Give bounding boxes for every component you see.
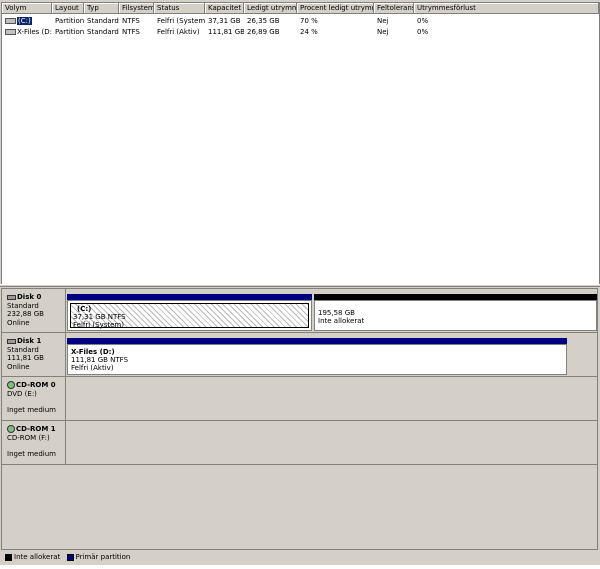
percent-free-cell: 24 % <box>300 28 318 36</box>
disk-row-disk-0[interactable]: Disk 0 Standard 232,88 GB Online (C:) 37… <box>2 289 597 333</box>
status-strip <box>0 565 600 569</box>
column-header-status[interactable]: Status <box>154 3 205 14</box>
partition-body: X-Files (D:) 111,81 GB NTFS Felfri (Akti… <box>67 344 567 375</box>
table-row[interactable]: X-Files (D:) Partition Standard NTFS Fel… <box>2 27 599 38</box>
type-cell: Standard <box>87 17 119 25</box>
partition-d[interactable]: X-Files (D:) 111,81 GB NTFS Felfri (Akti… <box>67 338 567 375</box>
fault-tolerance-cell: Nej <box>377 17 389 25</box>
partition-name: (C:) <box>77 305 92 313</box>
column-header-utrymmesforlust[interactable]: Utrymmesförlust <box>414 3 599 14</box>
legend-primary: Primär partition <box>75 553 131 561</box>
partition-size: 37,31 GB NTFS <box>73 313 126 321</box>
partition-status: Felfri (Aktiv) <box>71 364 114 372</box>
divider <box>65 377 66 420</box>
column-header-volym[interactable]: Volym <box>2 3 52 14</box>
disk-name: CD-ROM 1 <box>16 425 56 433</box>
type-cell: Standard <box>87 28 119 36</box>
disk-state: Inget medium <box>7 406 56 414</box>
column-header-feltolerans[interactable]: Feltolerans <box>374 3 414 14</box>
legend-unallocated: Inte allokerat <box>14 553 61 561</box>
disk-type: Standard <box>7 301 39 310</box>
disk-size: 232,88 GB <box>7 310 44 318</box>
volume-list-header: Volym Layout Typ Filsystem Status Kapaci… <box>2 3 599 15</box>
disk-info: Disk 0 Standard 232,88 GB Online <box>4 291 64 327</box>
disk-info: CD-ROM 0 DVD (E:) Inget medium <box>4 379 64 415</box>
pane-splitter[interactable] <box>0 284 600 287</box>
volume-name: X-Files (D:) <box>17 28 52 36</box>
legend: Inte allokerat Primär partition <box>1 551 598 564</box>
primary-partition-swatch <box>66 553 74 561</box>
column-header-kapacitet[interactable]: Kapacitet <box>205 3 244 14</box>
disk-row-cdrom-1[interactable]: CD-ROM 1 CD-ROM (F:) Inget medium <box>2 421 597 465</box>
overhead-cell: 0% <box>417 28 429 36</box>
disk-state: Inget medium <box>7 450 56 458</box>
disk-info: CD-ROM 1 CD-ROM (F:) Inget medium <box>4 423 64 459</box>
volume-cell: (C:) <box>2 16 52 27</box>
cd-drive-icon <box>7 381 15 389</box>
disk-state: Online <box>7 362 30 371</box>
drive-icon <box>5 18 16 24</box>
partition-status: Felfri (System) <box>73 321 124 329</box>
column-header-typ[interactable]: Typ <box>84 3 119 14</box>
disk-info: Disk 1 Standard 111,81 GB Online <box>4 335 64 371</box>
disk-type: Standard <box>7 345 39 354</box>
divider <box>65 333 66 376</box>
status-cell: Felfri (Aktiv) <box>157 28 200 36</box>
disk-type: CD-ROM (F:) <box>7 433 50 442</box>
disk-name: CD-ROM 0 <box>16 381 56 389</box>
partition-status: Inte allokerat <box>318 317 365 325</box>
partition-unallocated[interactable]: 195,58 GB Inte allokerat <box>314 294 597 331</box>
disk-name: Disk 1 <box>17 337 42 345</box>
percent-free-cell: 70 % <box>300 17 318 25</box>
partition-size: 195,58 GB <box>318 309 355 317</box>
disk-state: Online <box>7 318 30 327</box>
status-cell: Felfri (System) <box>157 17 205 25</box>
overhead-cell: 0% <box>417 17 429 25</box>
volume-cell: X-Files (D:) <box>2 27 52 38</box>
partition-body: 195,58 GB Inte allokerat <box>314 300 597 331</box>
layout-cell: Partition <box>55 17 84 25</box>
disk-map: Disk 0 Standard 232,88 GB Online (C:) 37… <box>1 288 598 550</box>
divider <box>65 421 66 464</box>
cd-drive-icon <box>7 425 15 433</box>
table-row[interactable]: (C:) Partition Standard NTFS Felfri (Sys… <box>2 16 599 27</box>
partition-c[interactable]: (C:) 37,31 GB NTFS Felfri (System) <box>67 294 312 331</box>
disk-name: Disk 0 <box>17 293 42 301</box>
column-header-layout[interactable]: Layout <box>52 3 84 14</box>
column-header-procent-ledigt[interactable]: Procent ledigt utrymme <box>297 3 374 14</box>
column-header-filsystem[interactable]: Filsystem <box>119 3 154 14</box>
unallocated-swatch <box>5 553 12 561</box>
filesystem-cell: NTFS <box>122 28 140 36</box>
volume-name: (C:) <box>17 17 32 25</box>
partition-body: (C:) 37,31 GB NTFS Felfri (System) <box>67 300 312 331</box>
divider <box>65 289 66 332</box>
capacity-cell: 111,81 GB <box>208 28 244 36</box>
partition-name: X-Files (D:) <box>71 348 115 356</box>
capacity-cell: 37,31 GB <box>208 17 241 25</box>
fault-tolerance-cell: Nej <box>377 28 389 36</box>
volume-list[interactable]: Volym Layout Typ Filsystem Status Kapaci… <box>1 2 600 285</box>
disk-row-cdrom-0[interactable]: CD-ROM 0 DVD (E:) Inget medium <box>2 377 597 421</box>
hard-disk-icon <box>7 294 16 300</box>
free-space-cell: 26,89 GB <box>247 28 280 36</box>
disk-row-disk-1[interactable]: Disk 1 Standard 111,81 GB Online X-Files… <box>2 333 597 377</box>
partition-content: (C:) 37,31 GB NTFS Felfri (System) <box>70 303 309 329</box>
free-space-cell: 26,35 GB <box>247 17 280 25</box>
hard-disk-icon <box>7 338 16 344</box>
partition-size: 111,81 GB NTFS <box>71 356 129 364</box>
drive-icon <box>5 29 16 35</box>
filesystem-cell: NTFS <box>122 17 140 25</box>
column-header-ledigt-utrymme[interactable]: Ledigt utrymme <box>244 3 297 14</box>
disk-type: DVD (E:) <box>7 389 37 398</box>
disk-size: 111,81 GB <box>7 354 44 362</box>
layout-cell: Partition <box>55 28 84 36</box>
